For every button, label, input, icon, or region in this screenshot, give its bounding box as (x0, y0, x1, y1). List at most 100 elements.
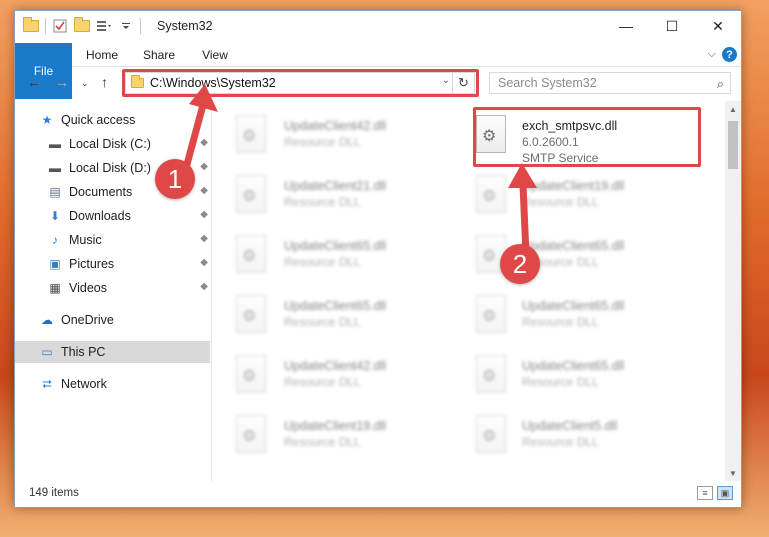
scrollbar-thumb[interactable] (728, 121, 738, 169)
search-icon[interactable]: ⌕ (717, 76, 724, 92)
sidebar-item-label: Videos (69, 281, 107, 295)
pin-icon[interactable]: ◆ (200, 209, 208, 220)
sidebar-item-label: Local Disk (C:) (69, 137, 151, 151)
dll-file-icon: ⚙ (476, 175, 506, 213)
back-arrow-icon[interactable]: ← (27, 74, 41, 90)
file-name: UpdateClient42.dll (284, 359, 387, 373)
toolbar-divider (140, 18, 141, 34)
file-name: UpdateClient65.dll (284, 299, 387, 313)
file-item[interactable]: ⚙ UpdateClient5.dll Resource DLL (456, 409, 686, 465)
file-type: Resource DLL (284, 435, 361, 449)
scroll-down-icon[interactable]: ▼ (725, 465, 741, 481)
file-type: Resource DLL (284, 375, 361, 389)
music-icon: ♪ (52, 233, 58, 247)
pictures-icon: ▣ (49, 257, 61, 271)
videos-icon: ▦ (49, 281, 61, 295)
sidebar-item-this-pc[interactable]: ▭ This PC (15, 341, 210, 363)
tab-view[interactable]: View (193, 43, 237, 66)
file-item[interactable]: ⚙ UpdateClient65.dll Resource DLL (456, 349, 686, 405)
file-type: Resource DLL (522, 375, 599, 389)
file-type: Resource DLL (284, 255, 361, 269)
file-item[interactable]: ⚙ UpdateClient42.dll Resource DLL (218, 109, 448, 165)
computer-icon: ▭ (41, 345, 53, 359)
sidebar-item-music[interactable]: ♪ Music ◆ (47, 229, 210, 251)
sidebar-item-onedrive[interactable]: ☁ OneDrive (39, 309, 234, 331)
sidebar-item-label: Music (69, 233, 102, 247)
pin-icon[interactable]: ◆ (200, 137, 208, 148)
sidebar-item-label: Documents (69, 185, 133, 199)
file-highlight-box (473, 107, 701, 167)
file-item[interactable]: ⚙ UpdateClient21.dll Resource DLL (218, 169, 448, 225)
help-icon[interactable]: ? (722, 47, 737, 62)
dll-file-icon: ⚙ (236, 355, 266, 393)
scroll-up-icon[interactable]: ▲ (725, 101, 741, 117)
file-type: Resource DLL (284, 135, 361, 149)
step-1-badge: 1 (155, 159, 195, 199)
pin-icon[interactable]: ◆ (200, 257, 208, 268)
file-name: UpdateClient5.dll (522, 419, 618, 433)
toolbar-dropdown-icon[interactable] (118, 18, 134, 34)
sidebar-item-label: This PC (61, 345, 106, 359)
file-name: UpdateClient65.dll (522, 239, 625, 253)
toolbar-divider (45, 18, 46, 34)
pin-icon[interactable]: ◆ (200, 281, 208, 292)
large-icons-view-icon[interactable]: ▣ (717, 486, 733, 500)
customize-toolbar-icon[interactable] (96, 18, 112, 34)
pin-icon[interactable]: ◆ (200, 161, 208, 172)
file-name: UpdateClient19.dll (522, 179, 625, 193)
recent-locations-icon[interactable]: ⌄ (81, 78, 89, 89)
sidebar-item-videos[interactable]: ▦ Videos ◆ (47, 277, 210, 299)
file-name: UpdateClient21.dll (284, 179, 387, 193)
close-button[interactable]: ✕ (695, 11, 741, 41)
pin-icon[interactable]: ◆ (200, 233, 208, 244)
dll-file-icon: ⚙ (236, 415, 266, 453)
drive-icon: ▬ (49, 137, 61, 151)
file-name: UpdateClient65.dll (284, 239, 387, 253)
forward-arrow-icon[interactable]: → (55, 74, 69, 90)
pin-icon[interactable]: ◆ (200, 185, 208, 196)
status-bar: 149 items ≡ ▣ (15, 481, 741, 507)
file-item[interactable]: ⚙ UpdateClient65.dll Resource DLL (456, 289, 686, 345)
minimize-button[interactable]: — (603, 11, 649, 41)
file-item[interactable]: ⚙ UpdateClient65.dll Resource DLL (456, 229, 686, 285)
step-2-badge: 2 (500, 244, 540, 284)
file-name: UpdateClient65.dll (522, 359, 625, 373)
cloud-icon: ☁ (41, 313, 53, 327)
file-name: UpdateClient65.dll (522, 299, 625, 313)
sidebar-item-network[interactable]: ⮂ Network (39, 373, 234, 395)
search-input[interactable]: Search System32 (498, 76, 597, 90)
file-item[interactable]: ⚙ UpdateClient19.dll Resource DLL (456, 169, 686, 225)
sidebar-item-label: Network (61, 377, 107, 391)
sidebar-item-pictures[interactable]: ▣ Pictures ◆ (47, 253, 210, 275)
quick-access-toolbar (23, 17, 141, 34)
dll-file-icon: ⚙ (236, 235, 266, 273)
folder-icon[interactable] (23, 17, 39, 34)
maximize-button[interactable]: ☐ (649, 11, 695, 41)
vertical-scrollbar[interactable]: ▲ ▼ (725, 101, 741, 481)
file-item[interactable]: ⚙ UpdateClient42.dll Resource DLL (218, 349, 448, 405)
file-name: UpdateClient19.dll (284, 419, 387, 433)
address-highlight-box (122, 69, 479, 97)
tab-share[interactable]: Share (137, 43, 181, 66)
expand-ribbon-icon[interactable]: ⌵ (708, 48, 716, 61)
sidebar-item-quick-access[interactable]: ★ Quick access (39, 109, 234, 131)
file-type: Resource DLL (522, 435, 599, 449)
window-title: System32 (157, 19, 213, 33)
details-view-icon[interactable]: ≡ (697, 486, 713, 500)
file-item[interactable]: ⚙ UpdateClient65.dll Resource DLL (218, 289, 448, 345)
sidebar-item-label: OneDrive (61, 313, 114, 327)
tab-home[interactable]: Home (79, 43, 125, 66)
network-icon: ⮂ (42, 376, 52, 391)
file-item[interactable]: ⚙ UpdateClient65.dll Resource DLL (218, 229, 448, 285)
properties-icon[interactable] (52, 18, 68, 34)
file-type: Resource DLL (522, 315, 599, 329)
up-arrow-icon[interactable]: ↑ (101, 74, 108, 90)
item-count: 149 items (29, 487, 79, 499)
title-bar: System32 — ☐ ✕ (15, 11, 741, 43)
new-folder-icon[interactable] (74, 17, 90, 34)
dll-file-icon: ⚙ (476, 415, 506, 453)
sidebar-item-downloads[interactable]: ⬇ Downloads ◆ (47, 205, 210, 227)
sidebar-item-local-disk-c[interactable]: ▬ Local Disk (C:) ◆ (47, 133, 210, 155)
file-item[interactable]: ⚙ UpdateClient19.dll Resource DLL (218, 409, 448, 465)
search-box[interactable]: Search System32 ⌕ (489, 72, 731, 94)
